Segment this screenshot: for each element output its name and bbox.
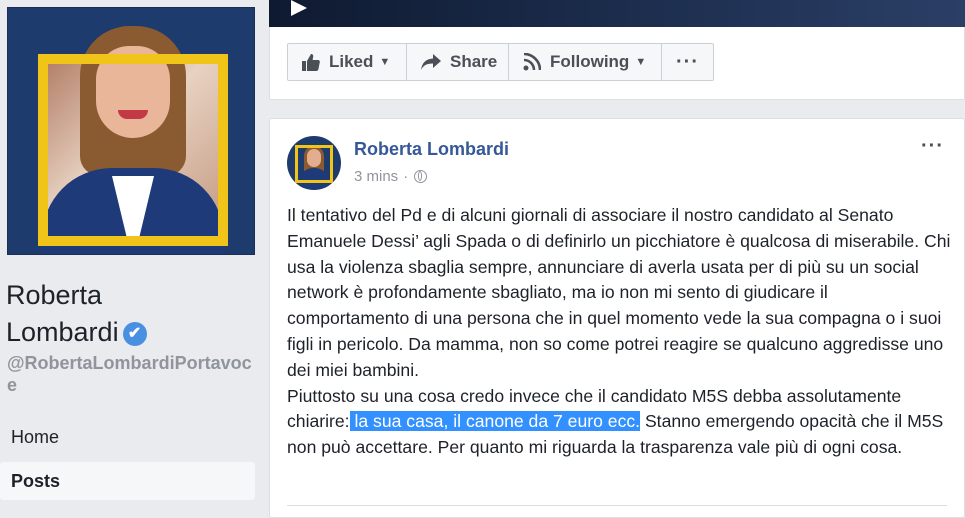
- page-name-first: Roberta: [6, 280, 103, 310]
- thumbs-up-icon: [302, 53, 320, 71]
- meta-separator: ·: [403, 168, 409, 185]
- post-options-button[interactable]: ···: [921, 135, 944, 158]
- page-action-bar: Liked ▼ Share Following ▼ ···: [287, 43, 714, 81]
- post-author-name[interactable]: Roberta Lombardi: [354, 139, 509, 160]
- globe-icon[interactable]: [414, 170, 428, 183]
- rss-icon: [523, 53, 541, 71]
- following-button[interactable]: Following ▼: [509, 44, 662, 80]
- verified-badge-icon: ✔: [122, 321, 147, 346]
- avatar-yellow-frame: [295, 145, 333, 183]
- chevron-down-icon: ▼: [379, 56, 391, 68]
- post-divider: [287, 505, 947, 506]
- page-name-last: Lombardi: [6, 317, 119, 347]
- post-card: Roberta Lombardi 3 mins · ··· Il tentati…: [269, 118, 965, 518]
- more-options-button[interactable]: ···: [662, 44, 713, 80]
- post-paragraph: Il tentativo del Pd e di alcuni giornali…: [287, 205, 951, 380]
- share-arrow-icon: [421, 54, 441, 70]
- chevron-down-icon: ▼: [635, 56, 647, 68]
- page-actions-card: Liked ▼ Share Following ▼ ···: [269, 27, 965, 100]
- page-handle[interactable]: @RobertaLombardiPortavoce: [7, 352, 257, 396]
- following-label: Following: [550, 52, 630, 71]
- post-meta: 3 mins ·: [354, 168, 428, 185]
- nav-item-posts[interactable]: Posts: [0, 462, 255, 500]
- liked-label: Liked: [329, 52, 374, 71]
- post-paragraph: Piuttosto su una cosa credo invece che i…: [287, 384, 951, 461]
- photo-yellow-frame: [38, 54, 228, 246]
- liked-button[interactable]: Liked ▼: [288, 44, 407, 80]
- post-timestamp[interactable]: 3 mins: [354, 168, 398, 185]
- post-author-avatar[interactable]: [287, 136, 341, 190]
- profile-photo[interactable]: [7, 7, 255, 255]
- selected-text: la sua casa, il canone da 7 euro ecc.: [349, 411, 641, 432]
- nav-item-home[interactable]: Home: [0, 418, 255, 456]
- share-label: Share: [450, 52, 498, 71]
- cover-video[interactable]: [269, 0, 965, 27]
- nav-item-label: Posts: [11, 471, 61, 491]
- play-icon[interactable]: [291, 0, 307, 16]
- post-body: Il tentativo del Pd e di alcuni giornali…: [287, 203, 951, 461]
- page-name[interactable]: Roberta Lombardi ✔: [6, 277, 256, 351]
- share-button[interactable]: Share: [407, 44, 509, 80]
- nav-item-label: Home: [11, 427, 60, 447]
